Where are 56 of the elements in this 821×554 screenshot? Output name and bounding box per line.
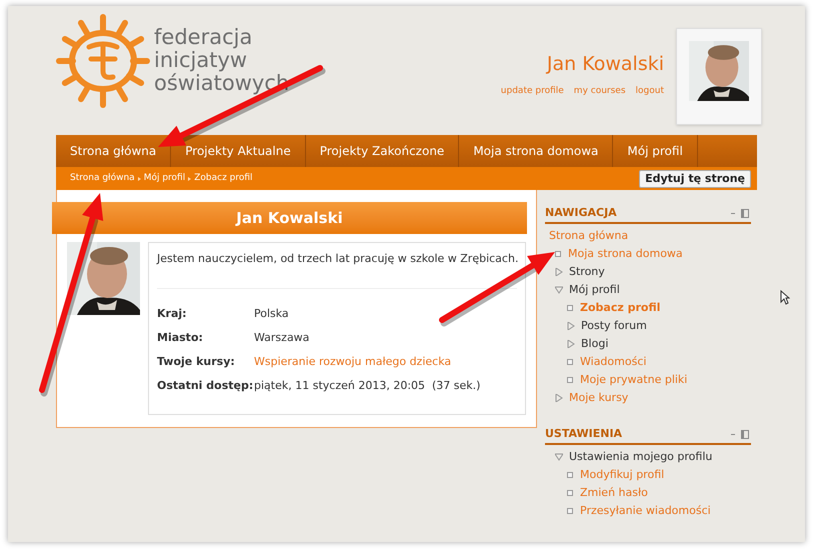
nav-item[interactable]: Blogi bbox=[581, 336, 608, 352]
nav-link[interactable]: Moje kursy bbox=[569, 390, 628, 406]
dock-icon[interactable] bbox=[741, 209, 749, 218]
breadcrumb-link[interactable]: Zobacz profil bbox=[194, 172, 253, 186]
nav-link[interactable]: Wiadomości bbox=[580, 354, 646, 370]
triangle-icon[interactable] bbox=[555, 286, 563, 294]
nav-link[interactable]: Przesyłanie wiadomości bbox=[580, 502, 711, 520]
bullet-icon bbox=[567, 359, 573, 365]
triangle-icon[interactable] bbox=[555, 268, 563, 276]
field-label: Miasto: bbox=[157, 330, 204, 346]
triangle-icon[interactable] bbox=[555, 453, 563, 461]
header-link[interactable]: my courses bbox=[574, 84, 626, 98]
mouse-cursor-icon bbox=[780, 290, 790, 305]
dock-icon[interactable] bbox=[741, 430, 749, 439]
user-name: Jan Kowalski bbox=[546, 52, 664, 77]
separator-icon bbox=[188, 176, 192, 180]
nav-link[interactable]: Modyfikuj profil bbox=[580, 466, 664, 484]
field-label: Ostatni dostęp: bbox=[157, 378, 254, 394]
logo-text: federacja bbox=[154, 26, 254, 49]
logo-text: inicjatyw bbox=[154, 49, 248, 72]
field-value: Polska bbox=[254, 306, 289, 322]
breadcrumb-link[interactable]: Mój profil bbox=[144, 172, 186, 186]
triangle-icon[interactable] bbox=[555, 394, 563, 402]
nav-item[interactable]: Ustawienia mojego profilu bbox=[569, 448, 712, 466]
triangle-icon[interactable] bbox=[567, 340, 575, 348]
block-title: USTAWIENIA bbox=[545, 426, 622, 442]
header-link[interactable]: update profile bbox=[500, 84, 564, 98]
bullet-icon bbox=[567, 490, 573, 496]
triangle-icon[interactable] bbox=[567, 322, 575, 330]
nav-link[interactable]: Strona główna bbox=[549, 227, 751, 245]
bullet-icon bbox=[567, 305, 573, 311]
nav-item[interactable]: Strony bbox=[569, 264, 605, 280]
nav-link[interactable]: Zmień hasło bbox=[580, 484, 648, 502]
profile-title: Jan Kowalski bbox=[236, 208, 343, 229]
separator-icon bbox=[138, 176, 141, 180]
bullet-icon bbox=[567, 472, 573, 478]
nav-item[interactable]: Mój profil bbox=[569, 282, 620, 298]
header-link[interactable]: logout bbox=[636, 84, 664, 98]
nav-item[interactable]: Posty forum bbox=[581, 318, 647, 334]
field-value: piątek, 11 styczeń 2013, 20:05 (37 sek.) bbox=[254, 378, 480, 394]
nav-link[interactable]: Moje prywatne pliki bbox=[580, 372, 688, 388]
breadcrumb-link[interactable]: Strona główna bbox=[70, 172, 135, 186]
nav-link[interactable]: Zobacz profil bbox=[580, 300, 660, 316]
field-label: Kraj: bbox=[157, 306, 188, 322]
nav-link[interactable]: Moja strona domowa bbox=[568, 246, 683, 262]
field-value: Warszawa bbox=[254, 330, 310, 346]
block-title: NAWIGACJA bbox=[545, 205, 617, 222]
edit-page-button[interactable]: Edytuj tę stronę bbox=[639, 170, 751, 188]
course-link[interactable]: Wspieranie rozwoju małego dziecka bbox=[254, 354, 452, 371]
bullet-icon bbox=[555, 251, 561, 257]
bullet-icon bbox=[567, 377, 573, 383]
profile-description: Jestem nauczycielem, od trzech lat pracuję w szkole w Zrębicach. bbox=[157, 251, 517, 267]
logo-text: oświatowych bbox=[154, 72, 290, 95]
sun-logo-icon bbox=[56, 14, 150, 108]
bullet-icon bbox=[567, 508, 573, 514]
field-label: Twoje kursy: bbox=[157, 354, 236, 370]
